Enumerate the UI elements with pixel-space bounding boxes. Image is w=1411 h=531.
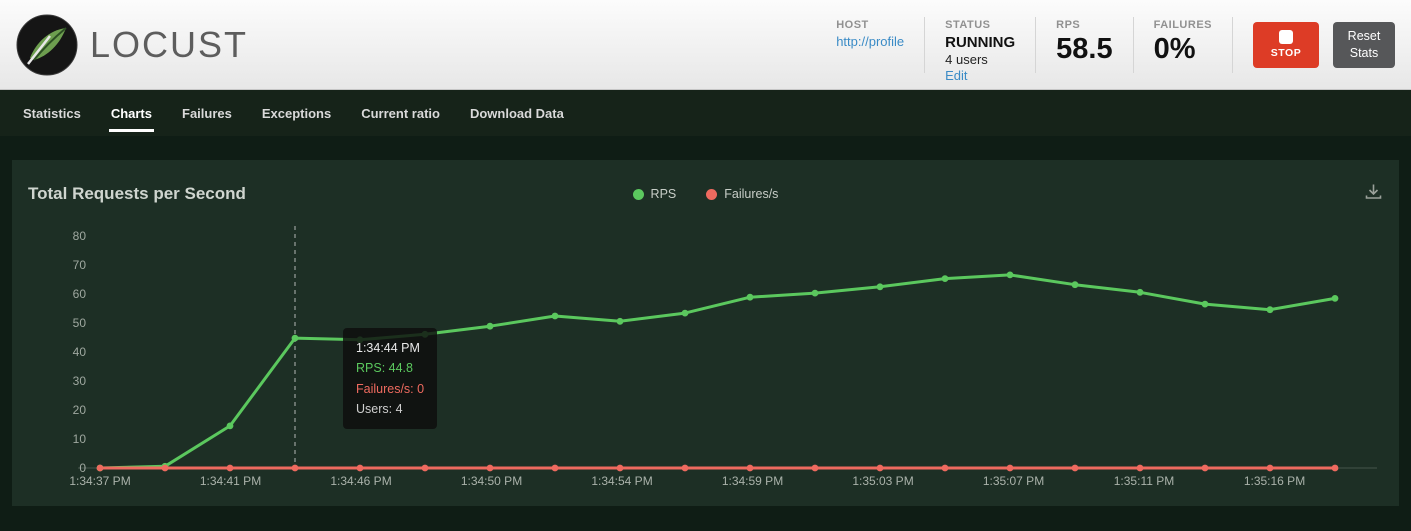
svg-text:70: 70 <box>73 258 87 272</box>
edit-link[interactable]: Edit <box>945 68 1015 83</box>
failures-block: FAILURES 0% <box>1133 17 1233 73</box>
rps-block: RPS 58.5 <box>1035 17 1132 73</box>
status-users: 4 users <box>945 52 1015 67</box>
failures-value: 0% <box>1154 34 1212 64</box>
svg-text:1:34:46 PM: 1:34:46 PM <box>330 474 391 488</box>
tab-current-ratio[interactable]: Current ratio <box>349 100 452 127</box>
status-block: STATUS RUNNING 4 users Edit <box>924 17 1035 73</box>
legend-dot-icon <box>706 189 717 200</box>
host-label: HOST <box>836 19 904 31</box>
legend-label: RPS <box>651 187 677 201</box>
tab-exceptions[interactable]: Exceptions <box>250 100 343 127</box>
legend-label: Failures/s <box>724 187 778 201</box>
svg-text:30: 30 <box>73 374 87 388</box>
brand: LOCUST <box>16 14 248 76</box>
tab-bar: StatisticsChartsFailuresExceptionsCurren… <box>0 90 1411 136</box>
chart-panel: Total Requests per Second RPSFailures/s … <box>12 160 1399 506</box>
stop-button[interactable]: STOP <box>1253 22 1319 68</box>
app-header: LOCUST HOST http://profile STATUS RUNNIN… <box>0 0 1411 90</box>
status-label: STATUS <box>945 19 1015 31</box>
svg-text:60: 60 <box>73 287 87 301</box>
svg-text:1:34:50 PM: 1:34:50 PM <box>461 474 522 488</box>
tab-charts[interactable]: Charts <box>99 100 164 127</box>
svg-text:1:35:11 PM: 1:35:11 PM <box>1114 474 1174 488</box>
chart-title: Total Requests per Second <box>28 184 246 204</box>
tab-statistics[interactable]: Statistics <box>11 100 93 127</box>
brand-title: LOCUST <box>90 24 248 66</box>
svg-text:1:35:16 PM: 1:35:16 PM <box>1244 474 1305 488</box>
host-block: HOST http://profile <box>816 17 924 73</box>
rps-value: 58.5 <box>1056 34 1112 64</box>
svg-text:20: 20 <box>73 403 87 417</box>
locust-logo-icon <box>16 14 78 76</box>
svg-text:1:34:37 PM: 1:34:37 PM <box>69 474 130 488</box>
status-value: RUNNING <box>945 34 1015 51</box>
main-content: Total Requests per Second RPSFailures/s … <box>0 136 1411 506</box>
legend-item-rps[interactable]: RPS <box>633 187 677 201</box>
chart-area[interactable]: 010203040506070801:34:37 PM1:34:41 PM1:3… <box>28 216 1383 492</box>
header-buttons: STOP Reset Stats <box>1253 22 1395 68</box>
download-chart-icon[interactable] <box>1364 182 1383 206</box>
legend-dot-icon <box>633 189 644 200</box>
legend-item-failures-s[interactable]: Failures/s <box>706 187 778 201</box>
header-stats: HOST http://profile STATUS RUNNING 4 use… <box>816 17 1233 73</box>
stop-square-icon <box>1279 30 1293 44</box>
svg-text:1:35:07 PM: 1:35:07 PM <box>983 474 1044 488</box>
svg-text:10: 10 <box>73 432 87 446</box>
stop-button-label: STOP <box>1271 47 1301 59</box>
reset-stats-button[interactable]: Reset Stats <box>1333 22 1395 68</box>
chart-svg: 010203040506070801:34:37 PM1:34:41 PM1:3… <box>28 216 1383 492</box>
tab-download-data[interactable]: Download Data <box>458 100 576 127</box>
chart-panel-header: Total Requests per Second RPS Failures/s <box>28 172 1383 216</box>
host-link[interactable]: http://profile <box>836 34 904 49</box>
failures-label: FAILURES <box>1154 19 1212 31</box>
svg-text:1:35:03 PM: 1:35:03 PM <box>852 474 913 488</box>
rps-label: RPS <box>1056 19 1112 31</box>
svg-text:50: 50 <box>73 316 87 330</box>
svg-text:1:34:41 PM: 1:34:41 PM <box>200 474 261 488</box>
svg-text:1:34:54 PM: 1:34:54 PM <box>591 474 652 488</box>
svg-text:1:34:59 PM: 1:34:59 PM <box>722 474 783 488</box>
tab-failures[interactable]: Failures <box>170 100 244 127</box>
svg-text:40: 40 <box>73 345 87 359</box>
svg-text:80: 80 <box>73 229 87 243</box>
